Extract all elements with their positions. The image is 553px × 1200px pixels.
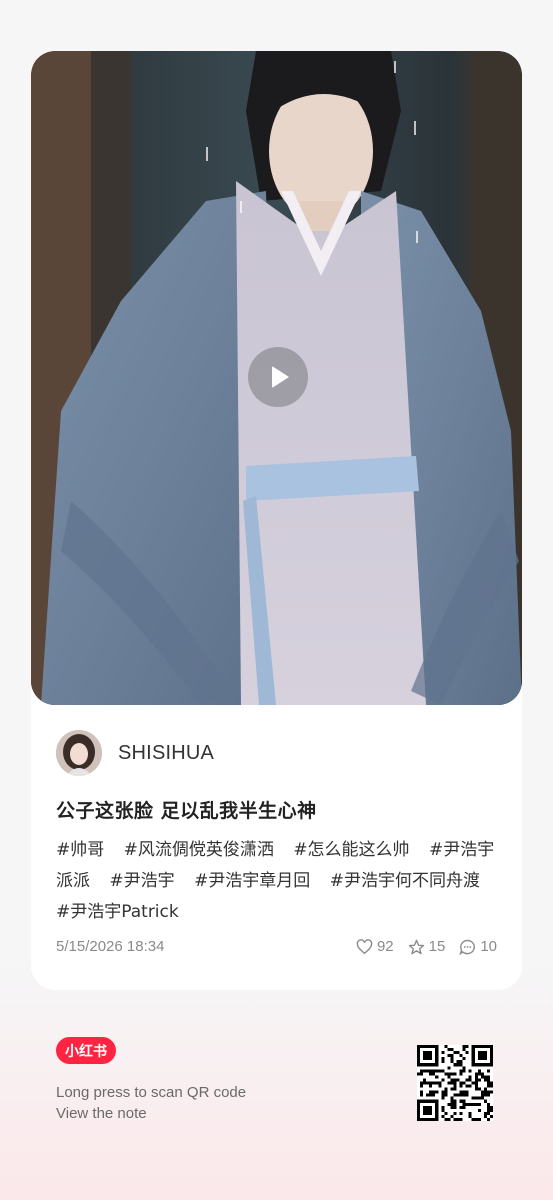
scan-hint-line-2: View the note xyxy=(56,1105,147,1122)
author-name[interactable]: SHISIHUA xyxy=(118,742,214,765)
star-icon xyxy=(408,939,424,954)
xiaohongshu-logo: 小红书 xyxy=(56,1037,116,1064)
note-title: 公子这张脸 足以乱我半生心神 xyxy=(56,800,317,822)
collect-stat[interactable]: 15 xyxy=(408,938,446,955)
play-button[interactable] xyxy=(248,347,308,407)
author-row[interactable]: SHISIHUA xyxy=(56,730,214,776)
tag[interactable]: #帅哥 xyxy=(56,840,104,860)
play-icon xyxy=(272,366,289,388)
collect-count: 15 xyxy=(428,938,446,955)
video-thumbnail[interactable] xyxy=(31,51,522,705)
post-date: 5/15/2026 18:34 xyxy=(56,938,165,955)
scan-hint: Long press to scan QR code View the note xyxy=(56,1082,246,1124)
tag[interactable]: #尹浩宇Patrick xyxy=(56,902,179,922)
like-stat[interactable]: 92 xyxy=(356,938,394,955)
comment-count: 10 xyxy=(480,938,497,955)
engagement-stats: 92 15 10 xyxy=(342,938,497,955)
scan-hint-line-1: Long press to scan QR code xyxy=(56,1084,247,1101)
tag[interactable]: #风流倜傥英俊潇洒 xyxy=(124,840,274,860)
avatar[interactable] xyxy=(56,730,102,776)
comment-icon xyxy=(459,939,476,955)
qr-code[interactable] xyxy=(417,1045,493,1121)
heart-icon xyxy=(356,938,373,954)
like-count: 92 xyxy=(376,938,394,955)
tag[interactable]: #尹浩宇章月回 xyxy=(194,871,310,891)
tag[interactable]: #尹浩宇何不同舟渡 xyxy=(330,871,480,891)
tag[interactable]: #尹浩宇 xyxy=(109,871,174,891)
tag-list: #帅哥 #风流倜傥英俊潇洒 #怎么能这么帅 #尹浩宇派派 #尹浩宇 #尹浩宇章月… xyxy=(56,835,501,928)
tag[interactable]: #怎么能这么帅 xyxy=(293,840,409,860)
comment-stat[interactable]: 10 xyxy=(459,938,497,955)
note-meta: 5/15/2026 18:34 92 15 10 xyxy=(56,938,497,955)
share-footer: 小红书 Long press to scan QR code View the … xyxy=(56,1037,246,1124)
note-card: SHISIHUA 公子这张脸 足以乱我半生心神 #帅哥 #风流倜傥英俊潇洒 #怎… xyxy=(31,51,522,990)
